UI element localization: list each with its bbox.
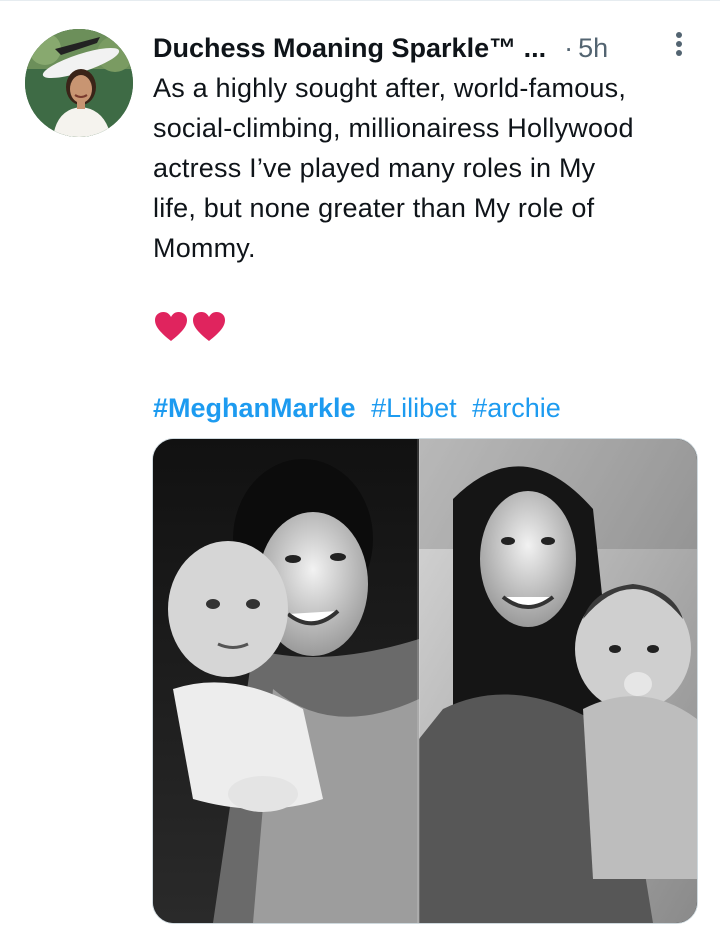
hashtags: #MeghanMarkle #Lilibet #archie xyxy=(153,388,569,428)
tweet-text: As a highly sought after, world-famous, … xyxy=(153,73,634,263)
display-name[interactable]: Duchess Moaning Sparkle™ ... xyxy=(153,33,546,64)
heart-icon xyxy=(155,312,187,341)
avatar[interactable] xyxy=(25,29,133,137)
tweet-media-image[interactable] xyxy=(152,438,698,924)
heart-icon xyxy=(193,312,225,341)
divider xyxy=(0,0,720,1)
hashtag-meghanmarkle[interactable]: #MeghanMarkle xyxy=(153,393,356,423)
more-vertical-icon[interactable] xyxy=(667,30,691,60)
hashtag-lilibet[interactable]: #Lilibet xyxy=(371,393,457,423)
tweet[interactable]: Duchess Moaning Sparkle™ ... · 5h As a h… xyxy=(0,0,720,947)
separator: · xyxy=(564,32,574,63)
hashtag-archie[interactable]: #archie xyxy=(472,393,561,423)
timestamp[interactable]: 5h xyxy=(578,33,608,64)
emoji-row xyxy=(153,309,227,345)
tweet-header: Duchess Moaning Sparkle™ ... · 5h xyxy=(153,28,693,68)
